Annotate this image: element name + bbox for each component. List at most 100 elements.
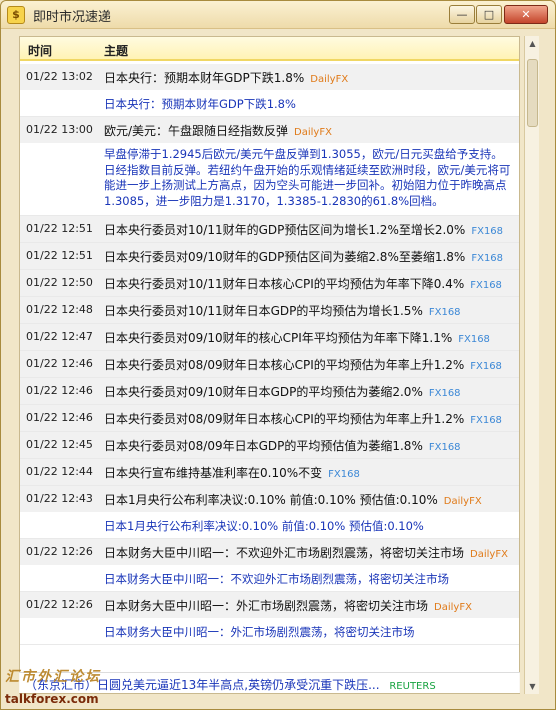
news-rows: 01/22 13:02 日本央行：预期本财年GDP下跌1.8% DailyFX 日本央… — [20, 64, 519, 645]
news-source: FX168 — [471, 253, 504, 264]
news-title[interactable]: 日本央行委员对10/11财年日本核心CPI的平均预估为年率下降0.4% FX168 — [104, 275, 502, 292]
news-title[interactable]: 日本央行委员对08/09年日本GDP的平均预估值为萎缩1.8% FX168 — [104, 437, 461, 454]
news-row-header[interactable]: 01/22 12:51 日本央行委员对09/10财年的GDP预估区间为萎缩2.8%… — [20, 243, 519, 269]
news-source: DailyFX — [443, 496, 482, 507]
news-row-header[interactable]: 01/22 13:00 欧元/美元：午盘跟随日经指数反弹 DailyFX — [20, 117, 519, 143]
news-source: DailyFX — [470, 549, 508, 560]
column-header-time[interactable]: 时间 — [28, 42, 52, 59]
title-bar[interactable]: $ 即时市况速递 — □ ✕ — [1, 1, 555, 29]
news-title-text[interactable]: 日本财务大臣中川昭一：不欢迎外汇市场剧烈震荡，将密切关注市场 — [104, 546, 464, 560]
news-time: 01/22 12:51 — [26, 249, 93, 262]
news-row[interactable]: 01/22 12:51 日本央行委员对10/11财年的GDP预估区间为增长1.2%… — [20, 216, 519, 243]
news-title-text[interactable]: 日本央行宣布维持基准利率在0.10%不变 — [104, 466, 322, 480]
news-time: 01/22 12:46 — [26, 384, 93, 397]
news-title-text[interactable]: 日本央行委员对09/10财年的GDP预估区间为萎缩2.8%至萎缩1.8% — [104, 250, 465, 264]
news-row[interactable]: 01/22 13:02 日本央行：预期本财年GDP下跌1.8% DailyFX 日本央… — [20, 64, 519, 117]
watermark-logo: 汇市外汇论坛 — [5, 669, 101, 685]
news-source: FX168 — [328, 469, 360, 480]
news-row[interactable]: 01/22 12:47 日本央行委员对09/10财年的核心CPI年平均预估为年率下… — [20, 324, 519, 351]
news-title[interactable]: 日本央行委员对10/11财年的GDP预估区间为增长1.2%至增长2.0% FX16… — [104, 221, 503, 238]
news-row[interactable]: 01/22 12:45 日本央行委员对08/09年日本GDP的平均预估值为萎缩1.… — [20, 432, 519, 459]
news-title-text[interactable]: 日本央行委员对08/09财年日本核心CPI的平均预估为年率上升1.2% — [104, 358, 464, 372]
news-row-header[interactable]: 01/22 12:43 日本1月央行公布利率决议:0.10% 前值:0.10% 预… — [20, 486, 519, 512]
news-source: FX168 — [470, 415, 502, 426]
news-title-text[interactable]: 日本央行委员对08/09年日本GDP的平均预估值为萎缩1.8% — [104, 439, 423, 453]
news-detail: 日本央行：预期本财年GDP下跌1.8% — [20, 90, 519, 116]
news-time: 01/22 12:26 — [26, 598, 93, 611]
news-row[interactable]: 01/22 12:46 日本央行委员对09/10财年日本GDP的平均预估为萎缩2.… — [20, 378, 519, 405]
news-source: FX168 — [428, 388, 461, 399]
news-source: FX168 — [428, 307, 461, 318]
news-title-text[interactable]: 日本央行委员对08/09财年日本核心CPI的平均预估为年率上升1.2% — [104, 412, 464, 426]
news-row-header[interactable]: 01/22 12:45 日本央行委员对08/09年日本GDP的平均预估值为萎缩1.… — [20, 432, 519, 458]
news-time: 01/22 12:46 — [26, 411, 93, 424]
news-title[interactable]: 欧元/美元：午盘跟随日经指数反弹 DailyFX — [104, 122, 332, 139]
news-title[interactable]: 日本央行委员对08/09财年日本核心CPI的平均预估为年率上升1.2% FX168 — [104, 410, 502, 427]
news-title-text[interactable]: 欧元/美元：午盘跟随日经指数反弹 — [104, 124, 288, 138]
news-title[interactable]: 日本央行委员对10/11财年日本GDP的平均预估为增长1.5% FX168 — [104, 302, 461, 319]
news-title-text[interactable]: 日本央行：预期本财年GDP下跌1.8% — [104, 71, 304, 85]
minimize-button[interactable]: — — [449, 5, 475, 24]
news-detail: 早盘停滞于1.2945后欧元/美元午盘反弹到1.3055，欧元/日元买盘给予支持… — [20, 143, 519, 215]
table-header: 时间 主题 — [20, 37, 519, 61]
news-row-header[interactable]: 01/22 12:50 日本央行委员对10/11财年日本核心CPI的平均预估为年率… — [20, 270, 519, 296]
news-title-text[interactable]: 日本1月央行公布利率决议:0.10% 前值:0.10% 预估值:0.10% — [104, 493, 438, 507]
scroll-down-icon[interactable]: ▼ — [525, 679, 540, 694]
news-title-text[interactable]: 日本财务大臣中川昭一：外汇市场剧烈震荡，将密切关注市场 — [104, 599, 428, 613]
news-title[interactable]: 日本央行委员对09/10财年的核心CPI年平均预估为年率下降1.1% FX168 — [104, 329, 490, 346]
news-row-header[interactable]: 01/22 12:47 日本央行委员对09/10财年的核心CPI年平均预估为年率下… — [20, 324, 519, 350]
news-row-header[interactable]: 01/22 12:46 日本央行委员对08/09财年日本核心CPI的平均预估为年率… — [20, 351, 519, 377]
news-row-header[interactable]: 01/22 12:46 日本央行委员对08/09财年日本核心CPI的平均预估为年率… — [20, 405, 519, 431]
news-time: 01/22 12:45 — [26, 438, 93, 451]
window-title: 即时市况速递 — [33, 10, 112, 25]
news-row-header[interactable]: 01/22 12:26 日本财务大臣中川昭一：外汇市场剧烈震荡，将密切关注市场 Da… — [20, 592, 519, 618]
news-source: FX168 — [428, 442, 461, 453]
news-row[interactable]: 01/22 12:46 日本央行委员对08/09财年日本核心CPI的平均预估为年率… — [20, 351, 519, 378]
news-row[interactable]: 01/22 12:48 日本央行委员对10/11财年日本GDP的平均预估为增长1.… — [20, 297, 519, 324]
news-detail: 日本财务大臣中川昭一：外汇市场剧烈震荡，将密切关注市场 — [20, 618, 519, 644]
close-button[interactable]: ✕ — [504, 5, 548, 24]
news-row[interactable]: 01/22 12:26 日本财务大臣中川昭一：外汇市场剧烈震荡，将密切关注市场 Da… — [20, 592, 519, 645]
news-row[interactable]: 01/22 12:50 日本央行委员对10/11财年日本核心CPI的平均预估为年率… — [20, 270, 519, 297]
news-time: 01/22 12:26 — [26, 545, 93, 558]
news-title[interactable]: 日本央行委员对09/10财年日本GDP的平均预估为萎缩2.0% FX168 — [104, 383, 461, 400]
news-list-panel: 时间 主题 01/22 13:02 日本央行：预期本财年GDP下跌1.8% Dail… — [19, 36, 520, 694]
news-time: 01/22 12:46 — [26, 357, 93, 370]
news-title[interactable]: 日本央行委员对08/09财年日本核心CPI的平均预估为年率上升1.2% FX168 — [104, 356, 502, 373]
column-header-subject[interactable]: 主题 — [104, 42, 128, 59]
news-title-text[interactable]: 日本央行委员对10/11财年的GDP预估区间为增长1.2%至增长2.0% — [104, 223, 465, 237]
news-row[interactable]: 01/22 12:51 日本央行委员对09/10财年的GDP预估区间为萎缩2.8%… — [20, 243, 519, 270]
news-row-header[interactable]: 01/22 12:44 日本央行宣布维持基准利率在0.10%不变 FX168 — [20, 459, 519, 485]
news-time: 01/22 12:48 — [26, 303, 93, 316]
news-title-text[interactable]: 日本央行委员对09/10财年日本GDP的平均预估为萎缩2.0% — [104, 385, 423, 399]
scroll-up-icon[interactable]: ▲ — [525, 36, 540, 51]
news-title-text[interactable]: 日本央行委员对09/10财年的核心CPI年平均预估为年率下降1.1% — [104, 331, 452, 345]
news-row[interactable]: 01/22 12:44 日本央行宣布维持基准利率在0.10%不变 FX168 — [20, 459, 519, 486]
news-row[interactable]: 01/22 12:43 日本1月央行公布利率决议:0.10% 前值:0.10% 预… — [20, 486, 519, 539]
news-title[interactable]: 日本财务大臣中川昭一：不欢迎外汇市场剧烈震荡，将密切关注市场 DailyFX — [104, 544, 508, 561]
news-title[interactable]: 日本央行宣布维持基准利率在0.10%不变 FX168 — [104, 464, 360, 481]
news-row-header[interactable]: 01/22 13:02 日本央行：预期本财年GDP下跌1.8% DailyFX — [20, 64, 519, 90]
news-row-header[interactable]: 01/22 12:51 日本央行委员对10/11财年的GDP预估区间为增长1.2%… — [20, 216, 519, 242]
news-time: 01/22 12:50 — [26, 276, 93, 289]
news-source: DailyFX — [310, 74, 349, 85]
app-icon[interactable]: $ — [7, 6, 25, 24]
news-row-header[interactable]: 01/22 12:48 日本央行委员对10/11财年日本GDP的平均预估为增长1.… — [20, 297, 519, 323]
news-title-text[interactable]: 日本央行委员对10/11财年日本核心CPI的平均预估为年率下降0.4% — [104, 277, 464, 291]
news-row-header[interactable]: 01/22 12:46 日本央行委员对09/10财年日本GDP的平均预估为萎缩2.… — [20, 378, 519, 404]
news-time: 01/22 13:00 — [26, 123, 93, 136]
news-title[interactable]: 日本1月央行公布利率决议:0.10% 前值:0.10% 预估值:0.10% Dai… — [104, 491, 482, 508]
watermark-url: talkforex.com — [5, 692, 99, 706]
scroll-thumb[interactable] — [527, 59, 538, 127]
news-title[interactable]: 日本央行：预期本财年GDP下跌1.8% DailyFX — [104, 69, 348, 86]
vertical-scrollbar[interactable]: ▲ ▼ — [524, 36, 539, 694]
news-row-header[interactable]: 01/22 12:26 日本财务大臣中川昭一：不欢迎外汇市场剧烈震荡，将密切关注市… — [20, 539, 519, 565]
news-title-text[interactable]: 日本央行委员对10/11财年日本GDP的平均预估为增长1.5% — [104, 304, 423, 318]
news-time: 01/22 12:44 — [26, 465, 93, 478]
news-row[interactable]: 01/22 12:46 日本央行委员对08/09财年日本核心CPI的平均预估为年率… — [20, 405, 519, 432]
news-title[interactable]: 日本财务大臣中川昭一：外汇市场剧烈震荡，将密切关注市场 DailyFX — [104, 597, 472, 614]
maximize-button[interactable]: □ — [476, 5, 502, 24]
news-title[interactable]: 日本央行委员对09/10财年的GDP预估区间为萎缩2.8%至萎缩1.8% FX16… — [104, 248, 503, 265]
news-row[interactable]: 01/22 12:26 日本财务大臣中川昭一：不欢迎外汇市场剧烈震荡，将密切关注市… — [20, 539, 519, 592]
news-row[interactable]: 01/22 13:00 欧元/美元：午盘跟随日经指数反弹 DailyFX 早盘停滞于1… — [20, 117, 519, 216]
